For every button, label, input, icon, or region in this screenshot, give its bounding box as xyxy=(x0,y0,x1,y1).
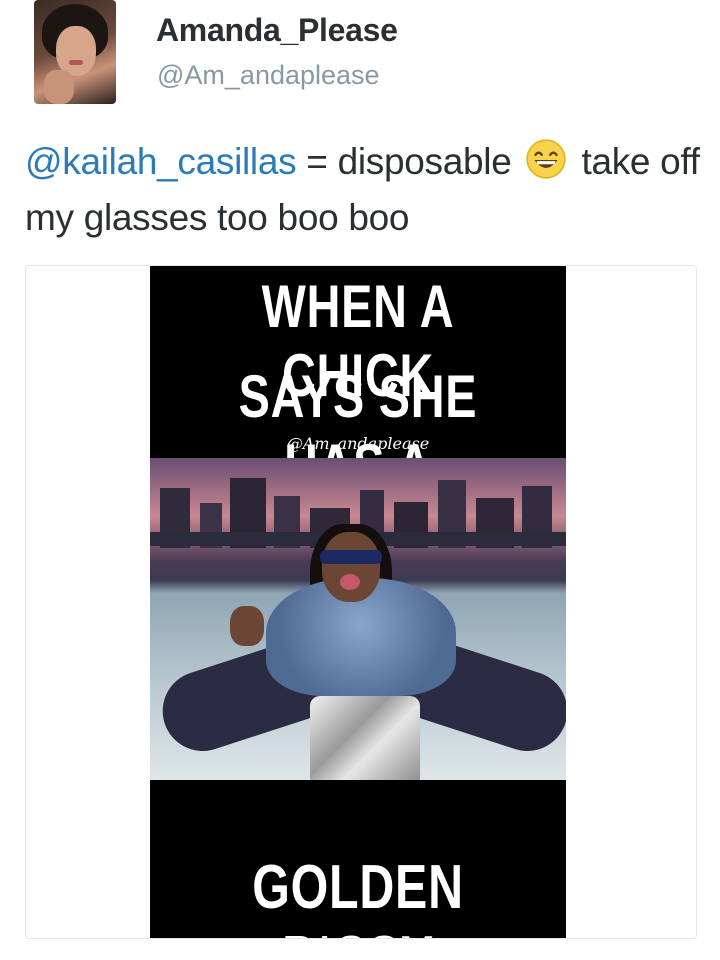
person-mouth xyxy=(340,574,360,590)
tweet-text: @kailah_casillas = disposable take off m… xyxy=(25,134,705,246)
meme-watermark: @Am_andaplease xyxy=(286,434,430,453)
avatar[interactable] xyxy=(34,0,116,104)
meme-bottom-line: GOLDEN P*SSY xyxy=(252,853,464,938)
meme-photo xyxy=(150,458,566,780)
tweet-header: Amanda_Please @Am_andaplease xyxy=(0,0,720,110)
meme-image[interactable]: WHEN A CHICK SAYS SHE HAS A @Am_andaplea… xyxy=(150,266,566,938)
person-hand xyxy=(230,606,264,646)
grinning-face-with-smiling-eyes-icon xyxy=(526,139,567,179)
sunglasses xyxy=(320,550,382,564)
mention-link[interactable]: @kailah_casillas xyxy=(25,141,297,182)
avatar-hand xyxy=(44,70,74,104)
tweet-text-part1: = disposable xyxy=(296,141,522,182)
media-card[interactable]: WHEN A CHICK SAYS SHE HAS A @Am_andaplea… xyxy=(25,265,697,939)
author-display-name[interactable]: Amanda_Please xyxy=(156,12,398,49)
author-handle[interactable]: @Am_andaplease xyxy=(157,60,380,91)
person-head xyxy=(322,532,380,602)
foil-package xyxy=(310,696,420,780)
avatar-lips xyxy=(69,60,83,65)
avatar-face xyxy=(56,26,96,76)
